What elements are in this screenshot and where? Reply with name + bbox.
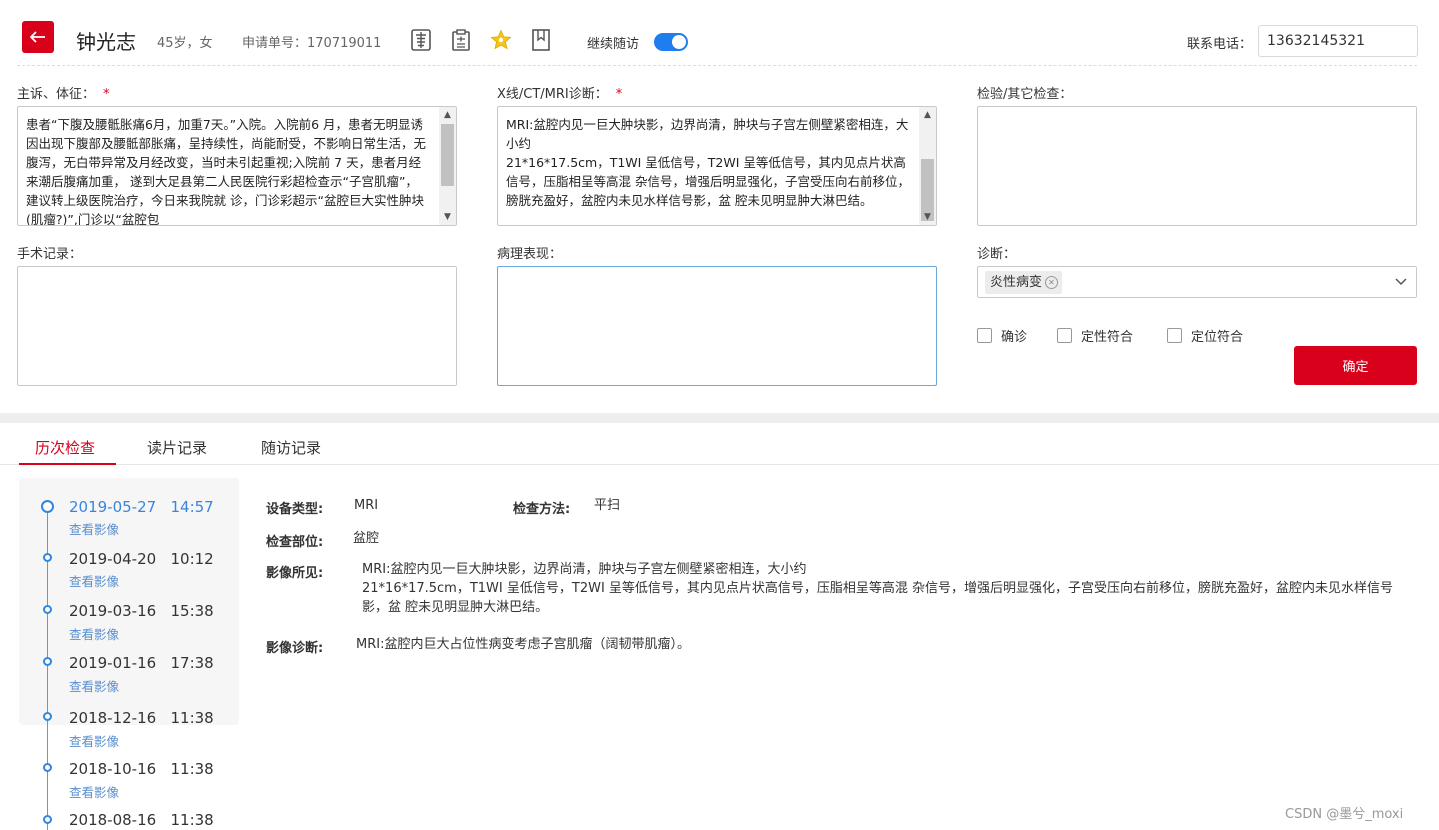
surgery-text [18, 267, 456, 281]
checkbox-box[interactable] [1167, 328, 1182, 343]
phone-input[interactable] [1258, 25, 1418, 57]
timeline-date: 2018-08-16 11:38 [69, 811, 214, 829]
checkbox-box[interactable] [1057, 328, 1072, 343]
findings-value: MRI:盆腔内见一巨大肿块影，边界尚清，肿块与子宫左侧壁紧密相连，大小约 21*… [362, 562, 1394, 615]
request-number: 申请单号：170719011 [242, 36, 382, 51]
tab-exam-history[interactable]: 历次检查 [35, 437, 95, 458]
tab-reading-records[interactable]: 读片记录 [147, 437, 207, 458]
exam-part-label: 检查部位: [266, 535, 324, 550]
clipboard-icon[interactable] [450, 28, 472, 52]
watermark: CSDN @墨兮_moxi [1285, 807, 1404, 822]
imaging-scrollbar[interactable]: ▲ ▼ [919, 107, 936, 225]
complaint-scrollbar[interactable]: ▲ ▼ [439, 107, 456, 225]
exam-part-value: 盆腔 [353, 531, 380, 546]
follow-up-toggle[interactable] [654, 33, 688, 51]
timeline-dot [43, 763, 52, 772]
device-type-label: 设备类型: [266, 502, 324, 517]
timeline-dot [43, 712, 52, 721]
lab-text [978, 107, 1416, 121]
complaint-text: 患者“下腹及腰骶胀痛6月，加重7天。”入院。入院前6 月，患者无明显诱因出现下腹… [26, 117, 430, 226]
view-images-link[interactable]: 查看影像 [69, 624, 119, 643]
xray-icon[interactable] [410, 28, 432, 52]
imaging-text: MRI:盆腔内见一巨大肿块影，边界尚清，肿块与子宫左侧壁紧密相连，大小约 21*… [506, 117, 910, 208]
complaint-textarea[interactable]: 患者“下腹及腰骶胀痛6月，加重7天。”入院。入院前6 月，患者无明显诱因出现下腹… [17, 106, 457, 226]
diagnosis-tag-label: 炎性病变 [990, 275, 1043, 290]
checkbox-location[interactable]: 定位符合 [1167, 326, 1243, 345]
bookmark-icon[interactable] [530, 28, 552, 52]
imaging-label: X线/CT/MRI诊断： * [497, 87, 623, 102]
view-images-link[interactable]: 查看影像 [69, 519, 119, 538]
checkbox-label: 定性符合 [1081, 330, 1134, 345]
diagnosis-tag: 炎性病变 ✕ [985, 271, 1063, 294]
surgery-label: 手术记录： [17, 247, 83, 262]
timeline-date: 2019-01-16 17:38 [69, 654, 214, 672]
checkbox-qualitative[interactable]: 定性符合 [1057, 326, 1133, 345]
timeline-dot [43, 657, 52, 666]
imaging-diagnosis-label: 影像诊断: [266, 641, 324, 656]
timeline-date: 2019-04-20 10:12 [69, 550, 214, 568]
exam-method-label: 检查方法: [513, 502, 571, 517]
checkbox-label: 定位符合 [1191, 330, 1244, 345]
timeline-dot [41, 500, 54, 513]
diagnosis-select[interactable]: 炎性病变 ✕ [977, 266, 1417, 298]
lab-label: 检验/其它检查： [977, 87, 1073, 102]
imaging-textarea[interactable]: MRI:盆腔内见一巨大肿块影，边界尚清，肿块与子宫左侧壁紧密相连，大小约 21*… [497, 106, 937, 226]
active-tab-indicator [19, 463, 116, 465]
timeline-date: 2018-10-16 11:38 [69, 760, 214, 778]
tag-remove-icon[interactable]: ✕ [1045, 276, 1059, 289]
timeline-dot [43, 553, 52, 562]
phone-label: 联系电话： [1187, 37, 1253, 52]
view-images-link[interactable]: 查看影像 [69, 731, 119, 750]
follow-up-label: 继续随访 [587, 37, 640, 52]
findings-label: 影像所见: [266, 566, 324, 581]
checkbox-label: 确诊 [1001, 330, 1028, 345]
pathology-textarea[interactable] [497, 266, 937, 386]
timeline-date: 2019-03-16 15:38 [69, 602, 214, 620]
checkbox-confirmed[interactable]: 确诊 [977, 326, 1027, 345]
pathology-label: 病理表现： [497, 247, 563, 262]
device-type-value: MRI [354, 498, 379, 513]
pathology-text [498, 267, 936, 281]
timeline-date: 2019-05-27 14:57 [69, 498, 214, 516]
chevron-down-icon [1395, 278, 1407, 286]
star-icon[interactable] [490, 28, 512, 52]
header-divider [17, 65, 1417, 66]
view-images-link[interactable]: 查看影像 [69, 571, 119, 590]
timeline-item[interactable]: 2018-08-16 11:38 [0, 0, 240, 829]
diagnosis-label: 诊断： [977, 247, 1017, 262]
tab-followup-records[interactable]: 随访记录 [261, 437, 321, 458]
surgery-textarea[interactable] [17, 266, 457, 386]
imaging-diagnosis-value: MRI:盆腔内巨大占位性病变考虑子宫肌瘤（阔韧带肌瘤）。 [356, 637, 690, 652]
history-tabs: 历次检查 读片记录 随访记录 [0, 423, 1439, 465]
view-images-link[interactable]: 查看影像 [69, 676, 119, 695]
timeline-date: 2018-12-16 11:38 [69, 709, 214, 727]
confirm-button[interactable]: 确定 [1294, 346, 1417, 385]
complaint-label: 主诉、体征： * [17, 87, 110, 102]
timeline-dot [43, 605, 52, 614]
checkbox-box[interactable] [977, 328, 992, 343]
lab-textarea[interactable] [977, 106, 1417, 226]
section-divider [0, 413, 1439, 423]
view-images-link[interactable]: 查看影像 [69, 782, 119, 801]
timeline-dot [43, 815, 52, 824]
exam-method-value: 平扫 [594, 498, 621, 513]
